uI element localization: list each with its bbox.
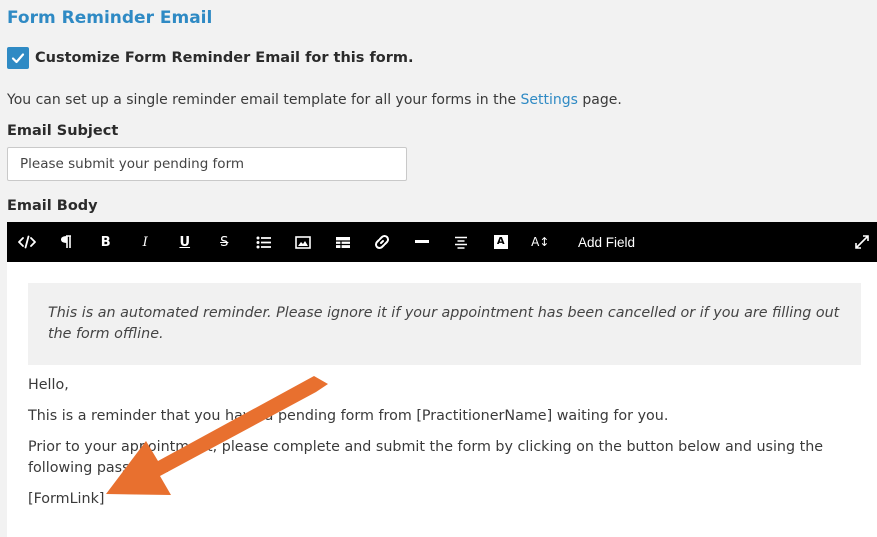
form-link-placeholder: [FormLink] (28, 491, 105, 507)
greeting-text: Hello, (28, 377, 69, 393)
add-field-button[interactable]: Add Field (578, 235, 635, 250)
customize-row[interactable]: Customize Form Reminder Email for this f… (7, 47, 414, 69)
email-body-editor[interactable]: This is an automated reminder. Please ig… (7, 262, 877, 537)
info-suffix: page. (577, 92, 622, 108)
page-title: Form Reminder Email (7, 8, 213, 28)
reminder-text: This is a reminder that you have a pendi… (28, 408, 669, 424)
horizontal-rule-icon[interactable] (402, 222, 442, 262)
link-icon[interactable] (363, 222, 403, 262)
strikethrough-icon[interactable]: S (205, 222, 245, 262)
paragraph-icon[interactable] (47, 222, 87, 262)
customize-label[interactable]: Customize Form Reminder Email for this f… (35, 50, 414, 66)
customize-checkbox[interactable] (7, 47, 29, 69)
underline-icon[interactable]: U (165, 222, 205, 262)
check-icon (11, 53, 25, 64)
settings-info: You can set up a single reminder email t… (7, 92, 622, 108)
bullet-list-icon[interactable] (244, 222, 284, 262)
text-color-glyph: A (493, 235, 508, 249)
code-icon[interactable] (7, 222, 47, 262)
info-prefix: You can set up a single reminder email t… (7, 92, 521, 108)
text-color-icon[interactable]: A (481, 222, 521, 262)
email-body-label: Email Body (7, 198, 98, 214)
italic-icon[interactable]: I (126, 222, 166, 262)
instructions-text: Prior to your appointment, please comple… (28, 439, 824, 476)
reminder-quote: This is an automated reminder. Please ig… (28, 283, 861, 365)
align-icon[interactable] (442, 222, 482, 262)
editor-toolbar: B I U S A A↕ Add Field (7, 222, 877, 262)
bold-icon[interactable]: B (86, 222, 126, 262)
font-size-icon[interactable]: A↕ (521, 222, 561, 262)
email-subject-input[interactable]: Please submit your pending form (7, 147, 407, 181)
image-icon[interactable] (284, 222, 324, 262)
expand-icon[interactable] (855, 234, 869, 253)
table-icon[interactable] (323, 222, 363, 262)
email-subject-label: Email Subject (7, 123, 119, 139)
settings-link[interactable]: Settings (521, 92, 578, 108)
